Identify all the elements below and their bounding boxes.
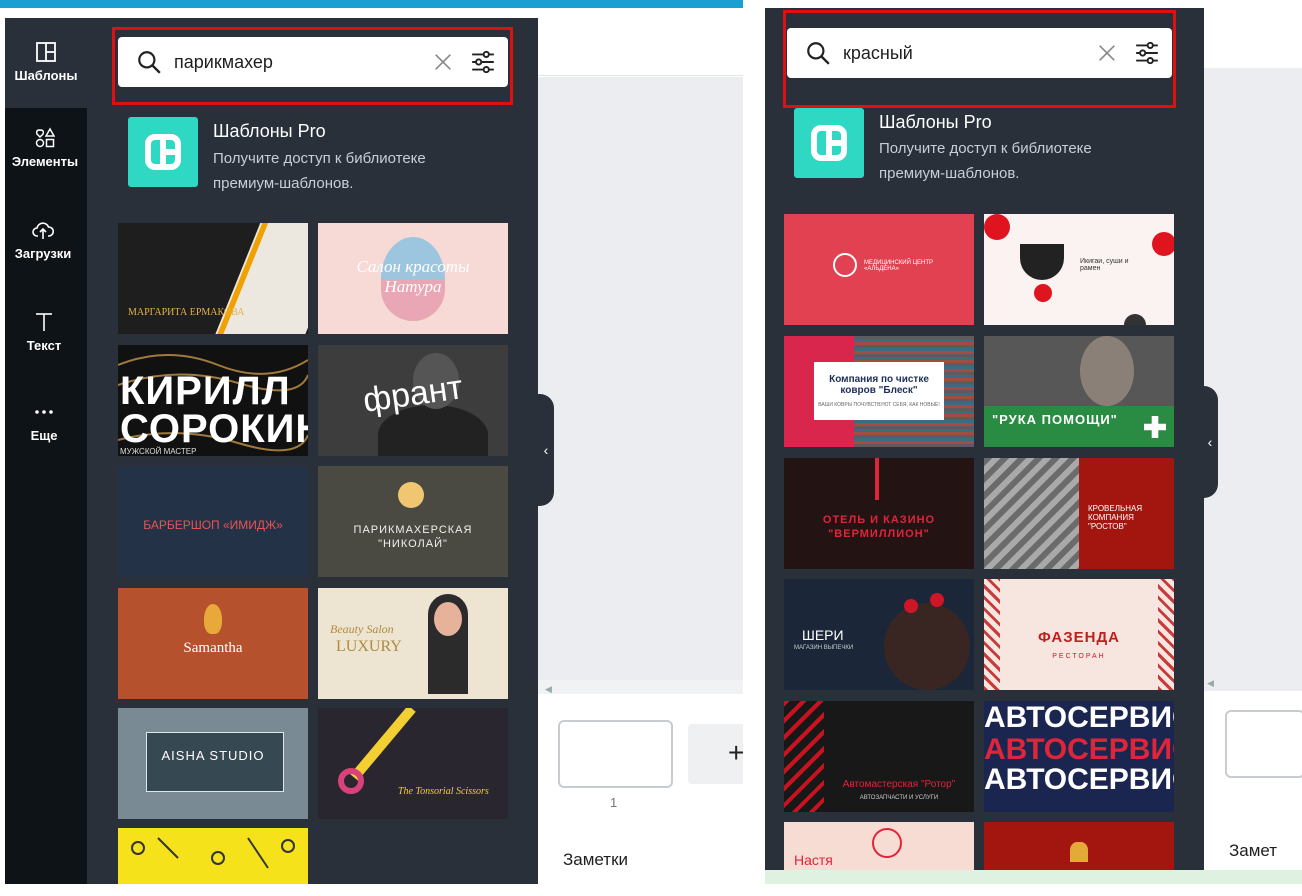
template-text: Автомастерская "Ротор" bbox=[842, 779, 956, 790]
template-card[interactable]: МАРГАРИТА ЕРМАКОВА bbox=[118, 223, 308, 334]
template-text: Компания по чистке ковров "Блеск" bbox=[829, 374, 929, 396]
template-card[interactable]: The Tonsorial Scissors bbox=[318, 708, 508, 819]
template-text: Samantha bbox=[183, 640, 243, 656]
template-text: AISHA STUDIO bbox=[161, 748, 265, 763]
template-card[interactable]: БАРБЕРШОП «ИМИДЖ» bbox=[118, 466, 308, 577]
template-card[interactable]: ШЕРИ МАГАЗИН ВЫПЕЧКИ bbox=[784, 579, 974, 690]
template-card[interactable]: КРОВЕЛЬНАЯ КОМПАНИЯ "РОСТОВ" bbox=[984, 458, 1174, 569]
shapes-icon bbox=[35, 127, 56, 148]
template-card[interactable]: Автомастерская "Ротор" АВТОЗАПЧАСТИ И УС… bbox=[784, 701, 974, 812]
pro-description: Получите доступ к библиотеке премиум-шабл… bbox=[879, 140, 1092, 182]
chevron-left-icon: ‹ bbox=[543, 442, 549, 458]
rail-item-text[interactable]: Текст bbox=[3, 310, 85, 353]
editor-canvas bbox=[538, 77, 743, 680]
rail-item-more[interactable]: Еще bbox=[3, 400, 85, 443]
rail-label: Текст bbox=[26, 338, 62, 353]
template-card[interactable]: Икигаи, суши и рамен bbox=[984, 214, 1174, 325]
template-card[interactable]: ОТЕЛЬ И КАЗИНО "ВЕРМИЛЛИОН" bbox=[784, 458, 974, 569]
chevron-left-icon: ‹ bbox=[1207, 434, 1213, 450]
page-thumbnail[interactable] bbox=[1225, 710, 1302, 778]
notes-label[interactable]: Заметки bbox=[563, 850, 628, 870]
template-text: "НИКОЛАЙ" bbox=[378, 538, 448, 550]
layout-icon bbox=[36, 42, 56, 62]
template-card[interactable]: Компания по чистке ковров "Блеск" ВАШИ К… bbox=[784, 336, 974, 447]
template-text: ШЕРИ bbox=[802, 627, 844, 643]
notes-label[interactable]: Замет bbox=[1229, 841, 1277, 861]
template-card[interactable]: АВТОСЕРВИС АВТОСЕРВИС АВТОСЕРВИС bbox=[984, 701, 1174, 812]
template-text: АВТОСЕРВИС bbox=[984, 763, 1174, 796]
template-text: The Tonsorial Scissors bbox=[398, 786, 489, 797]
template-text: LUXURY bbox=[336, 638, 402, 655]
template-text: ПАРИКМАХЕРСКАЯ bbox=[353, 524, 473, 536]
rail-item-uploads[interactable]: Загрузки bbox=[0, 218, 86, 261]
template-text: ВАШИ КОВРЫ ПОЧУВСТВУЮТ СЕБЯ, КАК НОВЫЕ! bbox=[818, 402, 940, 408]
page-thumbnail[interactable] bbox=[558, 720, 673, 788]
more-icon bbox=[35, 410, 53, 414]
right-screenshot: ◀ красный Шаблоны Pro Получите доступ к … bbox=[765, 8, 1302, 884]
search-highlight bbox=[112, 27, 513, 105]
template-text: Икигаи, суши и рамен bbox=[1080, 258, 1129, 272]
template-text: ОТЕЛЬ И КАЗИНО bbox=[822, 514, 936, 526]
editor-canvas bbox=[1204, 68, 1302, 691]
tools-pattern bbox=[131, 837, 295, 869]
template-text: Beauty Salon bbox=[330, 622, 394, 636]
template-card[interactable]: Samantha bbox=[118, 588, 308, 699]
pro-title: Шаблоны Pro bbox=[879, 112, 992, 132]
template-text: Салон красоты bbox=[356, 257, 470, 276]
pro-description: Получите доступ к библиотеке премиум-шабл… bbox=[213, 150, 426, 192]
template-text: "ВЕРМИЛЛИОН" bbox=[828, 528, 930, 540]
template-text: Натура bbox=[384, 277, 442, 296]
pro-title: Шаблоны Pro bbox=[213, 121, 326, 141]
template-card[interactable] bbox=[118, 828, 308, 884]
page-number: 1 bbox=[610, 795, 618, 810]
scroll-left-icon[interactable]: ◀ bbox=[1207, 678, 1214, 689]
template-card[interactable]: AISHA STUDIO bbox=[118, 708, 308, 819]
template-text: БАРБЕРШОП «ИМИДЖ» bbox=[143, 518, 283, 532]
rail-label: Загрузки bbox=[14, 246, 72, 261]
panel-collapse-button[interactable]: ‹ bbox=[538, 394, 554, 506]
template-text: МУЖСКОЙ МАСТЕР bbox=[120, 447, 197, 456]
text-icon bbox=[36, 313, 52, 331]
panel-collapse-button[interactable]: ‹ bbox=[1202, 386, 1218, 498]
cloud-upload-icon bbox=[32, 222, 55, 239]
top-progress-bar bbox=[0, 0, 743, 8]
rail-label: Шаблоны bbox=[14, 68, 78, 83]
rail-item-templates[interactable]: Шаблоны bbox=[5, 40, 87, 83]
template-card[interactable]: Салон красоты Натура bbox=[318, 223, 508, 334]
template-text: АВТОЗАПЧАСТИ И УСЛУГИ bbox=[859, 795, 939, 801]
pro-logo-icon bbox=[128, 117, 198, 187]
template-card[interactable]: МЕДИЦИНСКИЙ ЦЕНТР «АЛЬДЕНА» bbox=[784, 214, 974, 325]
template-card[interactable]: Beauty Salon LUXURY bbox=[318, 588, 508, 699]
search-highlight bbox=[783, 10, 1176, 108]
add-page-button[interactable]: + bbox=[688, 724, 743, 784]
template-text: АВТОСЕРВИС bbox=[984, 733, 1174, 766]
template-text: КРОВЕЛЬНАЯ КОМПАНИЯ "РОСТОВ" bbox=[1088, 504, 1143, 531]
template-text: АВТОСЕРВИС bbox=[984, 701, 1174, 734]
template-text: РЕСТОРАН bbox=[1052, 653, 1106, 660]
template-text: Настя bbox=[794, 852, 833, 868]
template-card[interactable]: франт bbox=[318, 345, 508, 456]
template-card[interactable]: ФАЗЕНДА РЕСТОРАН bbox=[984, 579, 1174, 690]
template-text: МАРГАРИТА ЕРМАКОВА bbox=[128, 307, 245, 318]
template-card[interactable]: КИРИЛЛ СОРОКИН МУЖСКОЙ МАСТЕР bbox=[118, 345, 308, 456]
template-card[interactable]: "РУКА ПОМОЩИ" bbox=[984, 336, 1174, 447]
template-text: "РУКА ПОМОЩИ" bbox=[992, 412, 1118, 427]
template-text: МАГАЗИН ВЫПЕЧКИ bbox=[794, 645, 854, 651]
rail-item-elements[interactable]: Элементы bbox=[0, 126, 90, 169]
left-screenshot: ◀ Шаблоны Элементы Загрузки Текст Еще па… bbox=[0, 0, 743, 884]
rail-label: Еще bbox=[30, 428, 58, 443]
template-card[interactable]: ПАРИКМАХЕРСКАЯ "НИКОЛАЙ" bbox=[318, 466, 508, 577]
template-text: ФАЗЕНДА bbox=[1037, 629, 1120, 646]
template-text: СОРОКИН bbox=[120, 407, 308, 451]
rail-label: Элементы bbox=[11, 154, 79, 169]
template-text: МЕДИЦИНСКИЙ ЦЕНТР «АЛЬДЕНА» bbox=[864, 260, 934, 272]
pro-logo-icon bbox=[794, 108, 864, 178]
